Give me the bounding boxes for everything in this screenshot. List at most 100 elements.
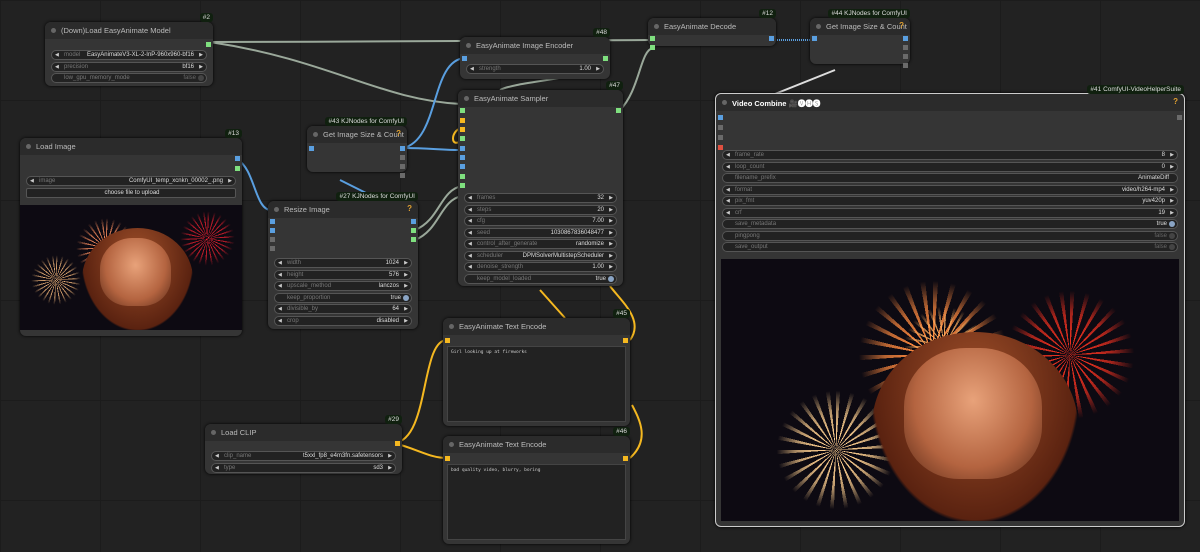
widget-clip-name[interactable]: clip_name t5xxl_fp8_e4m3fn.safetensors (211, 451, 396, 461)
help-icon[interactable]: ? (899, 21, 904, 30)
widget-format[interactable]: format video/h264-mp4 (722, 184, 1178, 195)
widget-strength[interactable]: strength 1.00 (466, 64, 604, 74)
node-load-easyanimate-model[interactable]: #2 (Down)Load EasyAnimate Model model EasyA… (45, 13, 213, 86)
input-slot[interactable] (718, 145, 723, 150)
output-slot[interactable] (400, 173, 405, 178)
help-icon[interactable]: ? (1173, 97, 1178, 106)
widget-filename-prefix[interactable]: filename_prefix AnimateDiff (722, 173, 1178, 183)
output-slot[interactable] (411, 219, 416, 224)
widget-frame-rate[interactable]: frame_rate 8 (722, 150, 1178, 160)
prompt-textarea[interactable]: Girl looking up at fireworks (447, 346, 626, 422)
output-slot[interactable] (400, 146, 405, 151)
widget-loop-count[interactable]: loop_count 0 (722, 161, 1178, 172)
node-video-combine[interactable]: #41 ComfyUI-VideoHelperSuite Video Combin… (715, 85, 1185, 527)
widget-pix-fmt[interactable]: pix_fmt yuv420p (722, 196, 1178, 206)
output-slot[interactable] (603, 56, 608, 61)
widget-keep-proportion[interactable]: keep_proportion true (274, 292, 412, 303)
toggle-knob[interactable] (403, 294, 409, 301)
output-slot[interactable] (623, 456, 628, 461)
widget-height[interactable]: height 576 (274, 269, 412, 280)
input-slot[interactable] (460, 183, 465, 188)
node-easyanimate-decode[interactable]: #12 EasyAnimate Decode (648, 9, 776, 50)
input-slot[interactable] (309, 146, 314, 151)
widget-cfg[interactable]: cfg 7.00 (464, 216, 617, 226)
output-slot[interactable] (1177, 115, 1182, 120)
node-easyanimate-sampler[interactable]: #47 EasyAnimate Sampler frames 32 steps 20 cfg… (458, 81, 623, 286)
output-slot[interactable] (411, 228, 416, 233)
widget-control-after-generate[interactable]: control_after_generate randomize (464, 239, 617, 249)
widget-scheduler[interactable]: scheduler DPMSolverMultistepScheduler (464, 250, 617, 261)
widget-crop[interactable]: crop disabled (274, 315, 412, 326)
output-slot[interactable] (903, 45, 908, 50)
input-slot[interactable] (460, 155, 465, 160)
output-slot[interactable] (903, 63, 908, 68)
widget-crf[interactable]: crf 19 (722, 207, 1178, 218)
widget-seed[interactable]: seed 1030867836048477 (464, 227, 617, 238)
output-slot[interactable] (395, 441, 400, 446)
output-slot[interactable] (769, 36, 774, 41)
widget-keep-model-loaded[interactable]: keep_model_loaded true (464, 273, 617, 284)
node-title[interactable]: EasyAnimate Image Encoder (460, 37, 610, 54)
widget-save-metadata[interactable]: save_metadata true (722, 219, 1178, 229)
node-title[interactable]: EasyAnimate Decode (648, 18, 776, 35)
input-slot[interactable] (812, 36, 817, 41)
input-slot[interactable] (270, 219, 275, 224)
node-title[interactable]: EasyAnimate Text Encode (443, 318, 630, 335)
node-text-encode-positive[interactable]: #45 EasyAnimate Text Encode Girl looking u… (443, 309, 630, 426)
node-load-image[interactable]: #13 Load Image image ComfyUI_temp_xcnkn_000… (20, 129, 242, 336)
input-slot[interactable] (460, 108, 465, 113)
input-slot[interactable] (460, 174, 465, 179)
input-slot[interactable] (460, 136, 465, 141)
input-slot[interactable] (718, 115, 723, 120)
input-slot[interactable] (460, 118, 465, 123)
toggle-knob[interactable] (198, 75, 204, 81)
input-slot[interactable] (650, 45, 655, 50)
widget-width[interactable]: width 1024 (274, 258, 412, 268)
node-title[interactable]: Load CLIP (205, 424, 402, 441)
output-slot[interactable] (206, 42, 211, 47)
widget-low-gpu-memory-mode[interactable]: low_gpu_memory_mode false (51, 73, 207, 83)
node-load-clip[interactable]: #29 Load CLIP clip_name t5xxl_fp8_e4m3fn.sa… (205, 415, 402, 474)
input-slot[interactable] (445, 338, 450, 343)
toggle-knob[interactable] (1169, 244, 1175, 250)
output-slot[interactable] (616, 108, 621, 113)
widget-pingpong[interactable]: pingpong false (722, 230, 1178, 241)
input-slot[interactable] (460, 127, 465, 132)
output-slot[interactable] (623, 338, 628, 343)
widget-image[interactable]: image ComfyUI_temp_xcnkn_00002_.png (26, 176, 236, 186)
node-title[interactable]: EasyAnimate Text Encode (443, 436, 630, 453)
input-slot[interactable] (718, 135, 723, 140)
node-image-encoder[interactable]: #48 EasyAnimate Image Encoder strength 1.00 (460, 28, 610, 79)
input-slot[interactable] (718, 125, 723, 130)
node-get-image-size-44[interactable]: #44 KJNodes for ComfyUI Get Image Size & … (810, 9, 910, 68)
widget-upscale-method[interactable]: upscale_method lanczos (274, 281, 412, 291)
node-get-image-size-43[interactable]: #43 KJNodes for ComfyUI Get Image Size & … (307, 117, 407, 178)
output-slot[interactable] (903, 54, 908, 59)
node-text-encode-negative[interactable]: #46 EasyAnimate Text Encode bad quality vi… (443, 427, 630, 544)
widget-type[interactable]: type sd3 (211, 462, 396, 473)
input-slot[interactable] (460, 164, 465, 169)
widget-denoise-strength[interactable]: denoise_strength 1.00 (464, 262, 617, 272)
toggle-knob[interactable] (608, 275, 614, 282)
input-slot[interactable] (445, 456, 450, 461)
node-title[interactable]: Load Image (20, 138, 242, 155)
node-title[interactable]: Get Image Size & Count? (810, 18, 910, 35)
widget-divisible-by[interactable]: divisible_by 64 (274, 304, 412, 314)
help-icon[interactable]: ? (407, 204, 412, 213)
input-slot[interactable] (462, 56, 467, 61)
widget-save-output[interactable]: save_output false (722, 242, 1178, 252)
widget-steps[interactable]: steps 20 (464, 204, 617, 215)
input-slot[interactable] (460, 146, 465, 151)
widget-frames[interactable]: frames 32 (464, 193, 617, 203)
widget-upload-button[interactable]: choose file to upload (26, 187, 236, 198)
output-slot[interactable] (411, 237, 416, 242)
output-slot[interactable] (235, 156, 240, 161)
node-resize-image[interactable]: #27 KJNodes for ComfyUIResize Image?widt… (268, 192, 418, 329)
widget-precision[interactable]: precision bf16 (51, 61, 207, 72)
node-title[interactable]: Video Combine 🎥🅥🅗🅢? (716, 94, 1184, 111)
output-slot[interactable] (903, 36, 908, 41)
input-slot[interactable] (270, 237, 275, 242)
input-slot[interactable] (270, 228, 275, 233)
node-title[interactable]: Get Image Size & Count? (307, 126, 407, 143)
node-title[interactable]: (Down)Load EasyAnimate Model (45, 22, 213, 39)
